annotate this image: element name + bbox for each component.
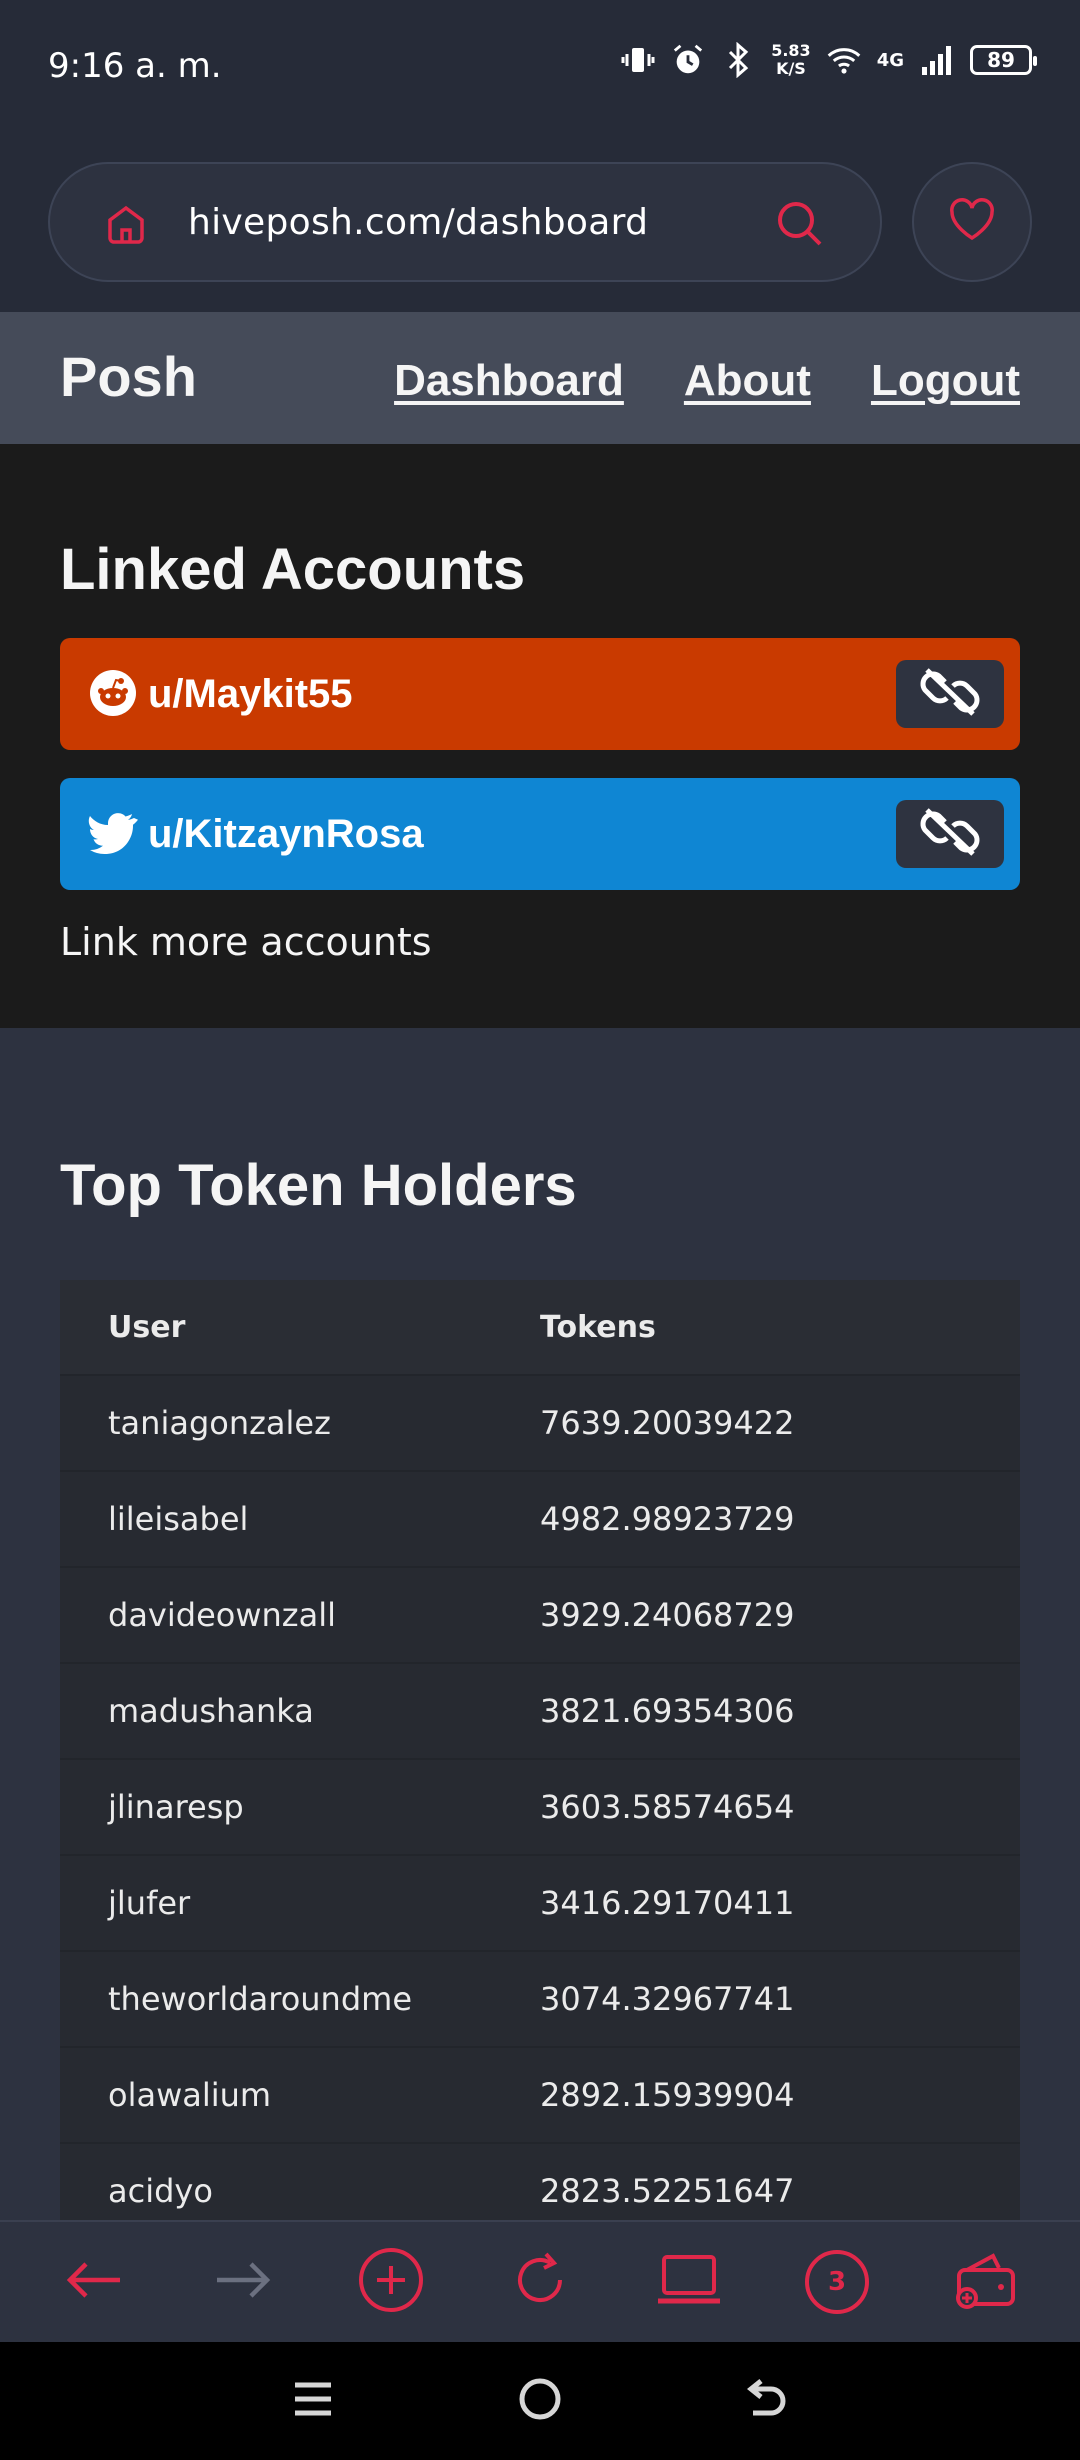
tab-count-badge: 3	[805, 2250, 870, 2314]
arrow-left-icon	[64, 2260, 124, 2305]
table-row: theworldaroundme 3074.32967741	[60, 1952, 1020, 2048]
holder-tokens: 3929.24068729	[540, 1596, 795, 1634]
table-row: jlufer 3416.29170411	[60, 1856, 1020, 1952]
table-header-row: User Tokens	[60, 1280, 1020, 1376]
browser-toolbar-top: hiveposh.com/dashboard	[0, 140, 1080, 312]
speed-value: 5.83	[771, 41, 811, 60]
bluetooth-icon	[721, 40, 755, 80]
favorite-button[interactable]	[912, 162, 1032, 282]
status-bar: 9:16 a. m. 5.83 K/S 4G 89	[0, 0, 1080, 140]
speed-unit: K/S	[776, 59, 806, 78]
signal-icon	[920, 40, 954, 80]
nav-link-about[interactable]: About	[684, 356, 811, 406]
holder-tokens: 7639.20039422	[540, 1404, 795, 1442]
holder-user: lileisabel	[108, 1500, 249, 1538]
plus-circle-icon	[357, 2246, 425, 2319]
holder-tokens: 2892.15939904	[540, 2076, 795, 2114]
back-arrow-icon	[745, 2377, 789, 2426]
recent-apps-button[interactable]	[283, 2371, 343, 2431]
table-row: taniagonzalez 7639.20039422	[60, 1376, 1020, 1472]
battery-indicator: 89	[970, 45, 1037, 75]
reddit-icon	[88, 668, 138, 718]
nav-link-dashboard[interactable]: Dashboard	[394, 356, 624, 406]
laptop-icon	[656, 2253, 722, 2312]
home-button[interactable]	[510, 2371, 570, 2431]
linked-accounts-section: Linked Accounts u/Maykit55 u/KitzaynRosa…	[0, 444, 1080, 1028]
twitter-icon	[88, 808, 138, 858]
network-type: 4G	[876, 49, 904, 71]
twitter-username: u/KitzaynRosa	[148, 812, 424, 856]
forward-button[interactable]	[198, 2237, 288, 2327]
new-tab-button[interactable]	[346, 2237, 436, 2327]
wallet-button[interactable]	[941, 2237, 1031, 2327]
tabs-button[interactable]: 3	[792, 2237, 882, 2327]
holder-tokens: 3603.58574654	[540, 1788, 795, 1826]
reload-icon	[510, 2250, 570, 2315]
holder-tokens: 3074.32967741	[540, 1980, 795, 2018]
circle-home-icon	[518, 2377, 562, 2426]
vibrate-icon	[621, 40, 655, 80]
back-button[interactable]	[49, 2237, 139, 2327]
link-more-accounts[interactable]: Link more accounts	[60, 920, 432, 964]
holder-user: taniagonzalez	[108, 1404, 331, 1442]
table-row: lileisabel 4982.98923729	[60, 1472, 1020, 1568]
holder-user: theworldaroundme	[108, 1980, 412, 2018]
brand-logo-text[interactable]: Posh	[60, 344, 197, 409]
holder-tokens: 3416.29170411	[540, 1884, 795, 1922]
unlink-twitter-button[interactable]	[896, 800, 1004, 868]
table-row: madushanka 3821.69354306	[60, 1664, 1020, 1760]
linked-account-reddit: u/Maykit55	[60, 638, 1020, 750]
home-icon[interactable]	[102, 200, 150, 248]
unlink-icon	[915, 664, 985, 725]
nav-link-logout[interactable]: Logout	[871, 356, 1020, 406]
back-system-button[interactable]	[737, 2371, 797, 2431]
unlink-icon	[915, 804, 985, 865]
holder-tokens: 3821.69354306	[540, 1692, 795, 1730]
holder-user: jlufer	[108, 1884, 191, 1922]
holder-user: olawalium	[108, 2076, 272, 2114]
token-holders-title: Top Token Holders	[60, 1153, 577, 1218]
holder-tokens: 4982.98923729	[540, 1500, 795, 1538]
table-row: olawalium 2892.15939904	[60, 2048, 1020, 2144]
holder-user: davideownzall	[108, 1596, 336, 1634]
desktop-mode-button[interactable]	[644, 2237, 734, 2327]
token-holders-table: User Tokens taniagonzalez 7639.20039422 …	[60, 1280, 1020, 2240]
site-navbar: Posh Dashboard About Logout	[0, 312, 1080, 444]
arrow-right-icon	[213, 2260, 273, 2305]
holder-user: jlinaresp	[108, 1788, 244, 1826]
linked-accounts-title: Linked Accounts	[60, 537, 526, 602]
network-speed: 5.83 K/S	[771, 42, 810, 78]
status-time: 9:16 a. m.	[48, 46, 222, 86]
column-header-user: User	[108, 1309, 186, 1345]
url-text[interactable]: hiveposh.com/dashboard	[188, 202, 648, 243]
menu-icon	[293, 2379, 333, 2424]
system-navigation-bar	[0, 2342, 1080, 2460]
address-bar[interactable]: hiveposh.com/dashboard	[48, 162, 882, 282]
reddit-username: u/Maykit55	[148, 672, 353, 716]
reload-button[interactable]	[495, 2237, 585, 2327]
nav-links: Dashboard About Logout	[394, 356, 1020, 406]
holder-user: madushanka	[108, 1692, 314, 1730]
linked-account-twitter: u/KitzaynRosa	[60, 778, 1020, 890]
search-icon[interactable]	[774, 198, 826, 250]
browser-toolbar-bottom: 3	[0, 2220, 1080, 2342]
table-row: jlinaresp 3603.58574654	[60, 1760, 1020, 1856]
holder-user: acidyo	[108, 2172, 213, 2210]
holder-tokens: 2823.52251647	[540, 2172, 795, 2210]
table-row: davideownzall 3929.24068729	[60, 1568, 1020, 1664]
unlink-reddit-button[interactable]	[896, 660, 1004, 728]
alarm-icon	[671, 40, 705, 80]
status-icons: 5.83 K/S 4G 89	[621, 40, 1037, 80]
wallet-icon	[953, 2250, 1019, 2315]
heart-icon	[948, 197, 996, 247]
column-header-tokens: Tokens	[540, 1309, 656, 1345]
wifi-icon	[827, 40, 861, 80]
